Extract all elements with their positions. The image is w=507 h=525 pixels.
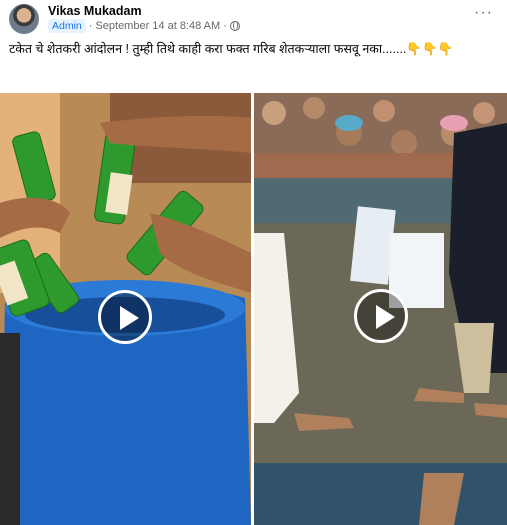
globe-icon (229, 21, 240, 31)
post-timestamp[interactable]: September 14 at 8:48 AM (95, 20, 220, 32)
play-icon[interactable] (354, 289, 408, 343)
video-left[interactable] (0, 93, 251, 525)
author-name[interactable]: Vikas Mukadam (48, 4, 142, 18)
avatar[interactable] (9, 4, 39, 34)
post-meta: Admin · September 14 at 8:48 AM · (48, 19, 240, 33)
play-icon[interactable] (98, 290, 152, 344)
meta-separator: · (223, 20, 227, 32)
post-caption: टकेत चे शेतकरी आंदोलन ! तुम्ही तिथे काही… (9, 42, 454, 56)
video-right[interactable] (254, 93, 507, 525)
more-options-icon[interactable]: ··· (474, 5, 493, 21)
post-header: Vikas Mukadam Admin · September 14 at 8:… (0, 0, 507, 38)
admin-badge: Admin (48, 19, 86, 33)
meta-separator: · (88, 20, 93, 32)
